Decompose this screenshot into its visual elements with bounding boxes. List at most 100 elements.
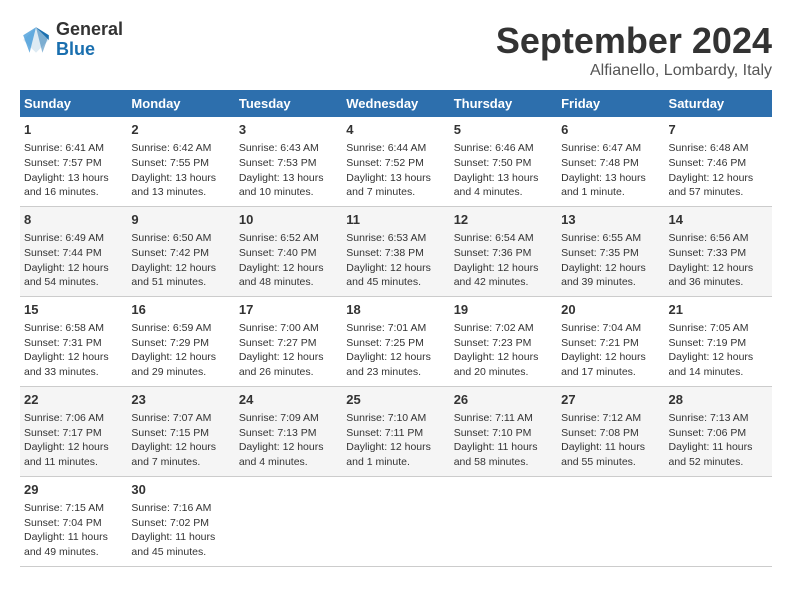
day-info: Sunrise: 6:46 AMSunset: 7:50 PMDaylight:… (454, 141, 553, 200)
day-info: Sunrise: 7:10 AMSunset: 7:11 PMDaylight:… (346, 411, 445, 470)
calendar-cell: 2 Sunrise: 6:42 AMSunset: 7:55 PMDaylight… (127, 117, 234, 206)
calendar-cell: 3Sunrise: 6:43 AMSunset: 7:53 PMDaylight… (235, 117, 342, 206)
calendar-cell: 25 Sunrise: 7:10 AMSunset: 7:11 PMDayligh… (342, 386, 449, 476)
day-info: Sunrise: 6:58 AMSunset: 7:31 PMDaylight:… (24, 321, 123, 380)
day-info: Sunrise: 6:47 AMSunset: 7:48 PMDaylight:… (561, 141, 660, 200)
day-number: 9 (131, 211, 230, 229)
day-number: 23 (131, 391, 230, 409)
header-row: SundayMondayTuesdayWednesdayThursdayFrid… (20, 90, 772, 117)
calendar-cell: 1 Sunrise: 6:41 AMSunset: 7:57 PMDaylight… (20, 117, 127, 206)
column-header-tuesday: Tuesday (235, 90, 342, 117)
calendar-cell: 30 Sunrise: 7:16 AMSunset: 7:02 PMDayligh… (127, 476, 234, 566)
day-number: 22 (24, 391, 123, 409)
day-info: Sunrise: 6:44 AMSunset: 7:52 PMDaylight:… (346, 141, 445, 200)
day-info: Sunrise: 7:00 AMSunset: 7:27 PMDaylight:… (239, 321, 338, 380)
day-info: Sunrise: 7:15 AMSunset: 7:04 PMDaylight:… (24, 501, 123, 560)
calendar-cell: 10 Sunrise: 6:52 AMSunset: 7:40 PMDayligh… (235, 206, 342, 296)
day-info: Sunrise: 7:13 AMSunset: 7:06 PMDaylight:… (669, 411, 768, 470)
day-number: 24 (239, 391, 338, 409)
location: Alfianello, Lombardy, Italy (496, 62, 772, 80)
calendar-cell: 18 Sunrise: 7:01 AMSunset: 7:25 PMDayligh… (342, 296, 449, 386)
day-number: 19 (454, 301, 553, 319)
day-number: 10 (239, 211, 338, 229)
calendar-cell: 7Sunrise: 6:48 AMSunset: 7:46 PMDaylight… (665, 117, 772, 206)
day-number: 2 (131, 121, 230, 139)
calendar-cell: 11 Sunrise: 6:53 AMSunset: 7:38 PMDayligh… (342, 206, 449, 296)
day-number: 18 (346, 301, 445, 319)
calendar-cell: 15 Sunrise: 6:58 AMSunset: 7:31 PMDayligh… (20, 296, 127, 386)
calendar-cell: 8Sunrise: 6:49 AMSunset: 7:44 PMDaylight… (20, 206, 127, 296)
calendar-cell: 5Sunrise: 6:46 AMSunset: 7:50 PMDaylight… (450, 117, 557, 206)
day-number: 3 (239, 121, 338, 139)
day-number: 17 (239, 301, 338, 319)
day-number: 25 (346, 391, 445, 409)
logo-general-text: General (56, 20, 123, 40)
day-number: 29 (24, 481, 123, 499)
logo-blue-text: Blue (56, 40, 123, 60)
column-header-saturday: Saturday (665, 90, 772, 117)
day-info: Sunrise: 6:52 AMSunset: 7:40 PMDaylight:… (239, 231, 338, 290)
month-title: September 2024 (496, 20, 772, 62)
title-area: September 2024 Alfianello, Lombardy, Ita… (496, 20, 772, 80)
calendar-cell: 27Sunrise: 7:12 AMSunset: 7:08 PMDayligh… (557, 386, 664, 476)
calendar-cell: 24Sunrise: 7:09 AMSunset: 7:13 PMDayligh… (235, 386, 342, 476)
day-info: Sunrise: 6:48 AMSunset: 7:46 PMDaylight:… (669, 141, 768, 200)
day-info: Sunrise: 6:49 AMSunset: 7:44 PMDaylight:… (24, 231, 123, 290)
calendar-cell: 4Sunrise: 6:44 AMSunset: 7:52 PMDaylight… (342, 117, 449, 206)
day-info: Sunrise: 7:11 AMSunset: 7:10 PMDaylight:… (454, 411, 553, 470)
calendar-cell: 17 Sunrise: 7:00 AMSunset: 7:27 PMDayligh… (235, 296, 342, 386)
page-header: General Blue September 2024 Alfianello, … (20, 20, 772, 80)
column-header-thursday: Thursday (450, 90, 557, 117)
calendar-cell: 13 Sunrise: 6:55 AMSunset: 7:35 PMDayligh… (557, 206, 664, 296)
day-number: 16 (131, 301, 230, 319)
day-info: Sunrise: 6:53 AMSunset: 7:38 PMDaylight:… (346, 231, 445, 290)
day-number: 21 (669, 301, 768, 319)
day-info: Sunrise: 6:56 AMSunset: 7:33 PMDaylight:… (669, 231, 768, 290)
calendar-cell (450, 476, 557, 566)
calendar-cell: 21 Sunrise: 7:05 AMSunset: 7:19 PMDayligh… (665, 296, 772, 386)
day-number: 28 (669, 391, 768, 409)
column-header-wednesday: Wednesday (342, 90, 449, 117)
calendar-cell: 9 Sunrise: 6:50 AMSunset: 7:42 PMDaylight… (127, 206, 234, 296)
day-info: Sunrise: 6:55 AMSunset: 7:35 PMDaylight:… (561, 231, 660, 290)
column-header-monday: Monday (127, 90, 234, 117)
day-info: Sunrise: 7:05 AMSunset: 7:19 PMDaylight:… (669, 321, 768, 380)
week-row: 8Sunrise: 6:49 AMSunset: 7:44 PMDaylight… (20, 206, 772, 296)
calendar-table: SundayMondayTuesdayWednesdayThursdayFrid… (20, 90, 772, 567)
day-number: 11 (346, 211, 445, 229)
calendar-cell: 20Sunrise: 7:04 AMSunset: 7:21 PMDayligh… (557, 296, 664, 386)
calendar-cell: 16Sunrise: 6:59 AMSunset: 7:29 PMDayligh… (127, 296, 234, 386)
day-number: 26 (454, 391, 553, 409)
day-number: 30 (131, 481, 230, 499)
day-number: 12 (454, 211, 553, 229)
calendar-cell: 23Sunrise: 7:07 AMSunset: 7:15 PMDayligh… (127, 386, 234, 476)
day-number: 13 (561, 211, 660, 229)
day-info: Sunrise: 7:02 AMSunset: 7:23 PMDaylight:… (454, 321, 553, 380)
week-row: 29 Sunrise: 7:15 AMSunset: 7:04 PMDayligh… (20, 476, 772, 566)
day-info: Sunrise: 7:04 AMSunset: 7:21 PMDaylight:… (561, 321, 660, 380)
day-info: Sunrise: 6:41 AMSunset: 7:57 PMDaylight:… (24, 141, 123, 200)
calendar-cell (235, 476, 342, 566)
calendar-cell: 12 Sunrise: 6:54 AMSunset: 7:36 PMDayligh… (450, 206, 557, 296)
week-row: 15 Sunrise: 6:58 AMSunset: 7:31 PMDayligh… (20, 296, 772, 386)
day-info: Sunrise: 7:16 AMSunset: 7:02 PMDaylight:… (131, 501, 230, 560)
day-info: Sunrise: 6:54 AMSunset: 7:36 PMDaylight:… (454, 231, 553, 290)
calendar-cell: 22 Sunrise: 7:06 AMSunset: 7:17 PMDayligh… (20, 386, 127, 476)
calendar-cell (665, 476, 772, 566)
calendar-cell (342, 476, 449, 566)
day-info: Sunrise: 7:06 AMSunset: 7:17 PMDaylight:… (24, 411, 123, 470)
column-header-friday: Friday (557, 90, 664, 117)
day-number: 6 (561, 121, 660, 139)
day-info: Sunrise: 6:50 AMSunset: 7:42 PMDaylight:… (131, 231, 230, 290)
calendar-cell: 29 Sunrise: 7:15 AMSunset: 7:04 PMDayligh… (20, 476, 127, 566)
day-number: 27 (561, 391, 660, 409)
day-number: 15 (24, 301, 123, 319)
day-info: Sunrise: 7:01 AMSunset: 7:25 PMDaylight:… (346, 321, 445, 380)
week-row: 1 Sunrise: 6:41 AMSunset: 7:57 PMDaylight… (20, 117, 772, 206)
calendar-cell: 28 Sunrise: 7:13 AMSunset: 7:06 PMDayligh… (665, 386, 772, 476)
logo-text: General Blue (56, 20, 123, 60)
day-number: 1 (24, 121, 123, 139)
column-header-sunday: Sunday (20, 90, 127, 117)
day-info: Sunrise: 6:42 AMSunset: 7:55 PMDaylight:… (131, 141, 230, 200)
day-number: 14 (669, 211, 768, 229)
